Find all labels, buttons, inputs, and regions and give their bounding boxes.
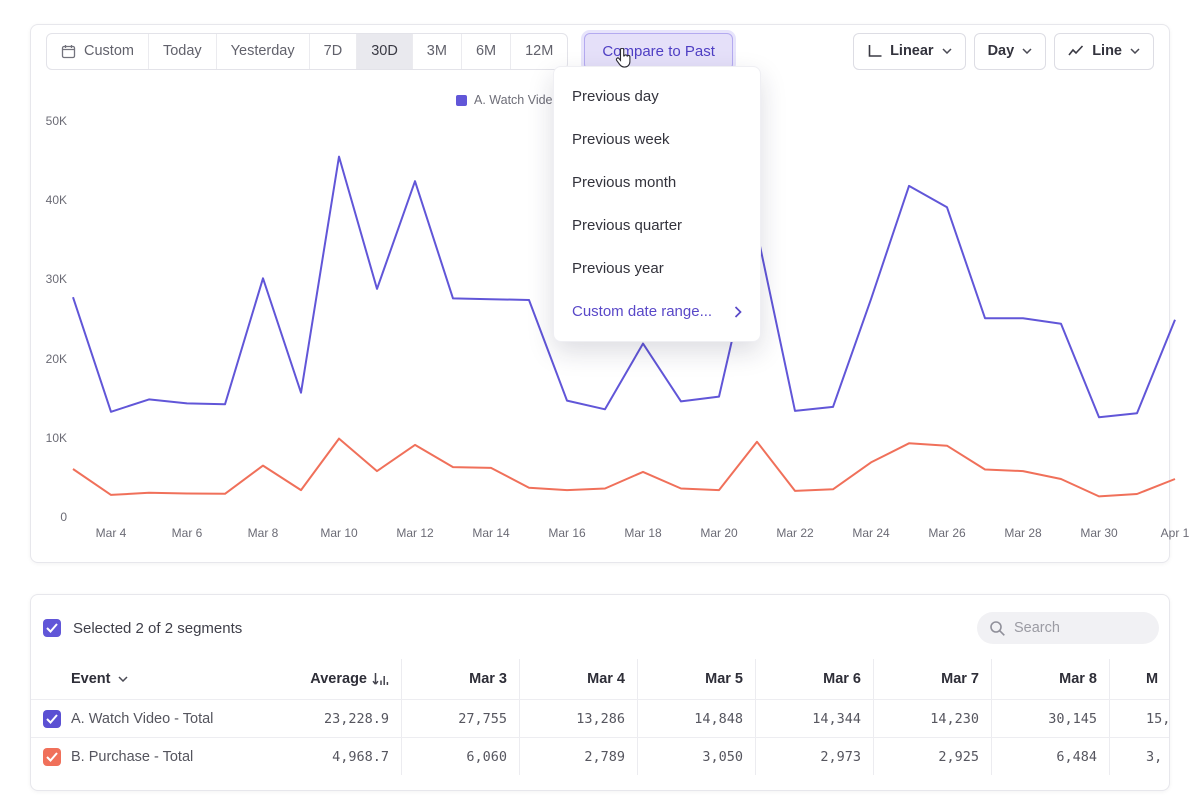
range-label: 3M bbox=[427, 43, 447, 59]
chart-legend: A. Watch Video bbox=[456, 93, 559, 107]
chevron-down-icon bbox=[942, 48, 952, 54]
column-header-m: M bbox=[1109, 659, 1170, 699]
range-label: Custom bbox=[84, 43, 134, 59]
column-header-mar-3: Mar 3 bbox=[401, 659, 519, 699]
chevron-down-icon bbox=[118, 676, 128, 682]
date-range-group: Custom Today Yesterday 7D 30D 3M 6M 12M bbox=[46, 33, 568, 70]
range-label: 30D bbox=[371, 43, 398, 59]
value-cell: 13,286 bbox=[519, 700, 637, 737]
line-chart-icon bbox=[1068, 45, 1084, 57]
legend-label: A. Watch Video bbox=[474, 93, 559, 107]
menu-item-previous-week[interactable]: Previous week bbox=[554, 118, 760, 161]
value-cell: 27,755 bbox=[401, 700, 519, 737]
value-cell: 2,789 bbox=[519, 738, 637, 775]
range-button-3m[interactable]: 3M bbox=[413, 34, 462, 69]
range-button-12m[interactable]: 12M bbox=[511, 34, 567, 69]
column-header-mar-4: Mar 4 bbox=[519, 659, 637, 699]
value-cell: 15, bbox=[1109, 700, 1170, 737]
table-row: B. Purchase - Total4,968.76,0602,7893,05… bbox=[31, 737, 1170, 775]
segments-table: Event Average Mar 3Mar 4Mar 5Mar 6Mar 7Mar… bbox=[31, 659, 1170, 775]
event-header-label: Event bbox=[71, 671, 111, 687]
value-cell: 6,060 bbox=[401, 738, 519, 775]
scale-dropdown[interactable]: Linear bbox=[853, 33, 966, 70]
range-button-6m[interactable]: 6M bbox=[462, 34, 511, 69]
search-box bbox=[977, 612, 1159, 644]
row-checkbox[interactable] bbox=[43, 748, 61, 766]
menu-item-previous-month[interactable]: Previous month bbox=[554, 161, 760, 204]
row-checkbox-cell bbox=[31, 738, 71, 775]
purchase-line bbox=[73, 439, 1175, 497]
menu-item-label: Custom date range... bbox=[572, 303, 712, 320]
column-header-mar-5: Mar 5 bbox=[637, 659, 755, 699]
event-name: A. Watch Video - Total bbox=[71, 700, 301, 737]
axis-icon bbox=[867, 44, 882, 58]
column-header-mar-8: Mar 8 bbox=[991, 659, 1109, 699]
range-button-today[interactable]: Today bbox=[149, 34, 217, 69]
chart-type-dropdown[interactable]: Line bbox=[1054, 33, 1154, 70]
range-label: 6M bbox=[476, 43, 496, 59]
compare-to-past-menu: Previous dayPrevious weekPrevious monthP… bbox=[553, 66, 761, 342]
value-cell: 2,973 bbox=[755, 738, 873, 775]
average-value: 4,968.7 bbox=[301, 738, 401, 775]
column-header-event[interactable]: Event bbox=[71, 659, 301, 699]
range-button-custom[interactable]: Custom bbox=[47, 34, 149, 69]
row-checkbox[interactable] bbox=[43, 710, 61, 728]
header-cell-empty bbox=[31, 659, 71, 699]
menu-item-previous-day[interactable]: Previous day bbox=[554, 75, 760, 118]
calendar-icon bbox=[61, 44, 76, 59]
range-label: 7D bbox=[324, 43, 343, 59]
compare-to-past-button[interactable]: Compare to Past bbox=[584, 33, 733, 70]
range-label: 12M bbox=[525, 43, 553, 59]
analytics-page: Custom Today Yesterday 7D 30D 3M 6M 12M Compare… bbox=[0, 0, 1200, 802]
range-label: Today bbox=[163, 43, 202, 59]
chart-type-label: Line bbox=[1092, 43, 1122, 59]
average-value: 23,228.9 bbox=[301, 700, 401, 737]
chart-toolbar: Custom Today Yesterday 7D 30D 3M 6M 12M Compare… bbox=[46, 32, 1154, 70]
range-label: Yesterday bbox=[231, 43, 295, 59]
segments-header-row: Selected 2 of 2 segments bbox=[43, 611, 1159, 645]
chevron-down-icon bbox=[1130, 48, 1140, 54]
row-checkbox-cell bbox=[31, 700, 71, 737]
value-cell: 2,925 bbox=[873, 738, 991, 775]
column-header-mar-7: Mar 7 bbox=[873, 659, 991, 699]
table-row: A. Watch Video - Total23,228.927,75513,2… bbox=[31, 699, 1170, 737]
menu-item-previous-quarter[interactable]: Previous quarter bbox=[554, 204, 760, 247]
value-cell: 14,848 bbox=[637, 700, 755, 737]
value-cell: 3, bbox=[1109, 738, 1170, 775]
column-header-average[interactable]: Average bbox=[301, 659, 401, 699]
range-button-7d[interactable]: 7D bbox=[310, 34, 358, 69]
value-cell: 14,344 bbox=[755, 700, 873, 737]
range-button-yesterday[interactable]: Yesterday bbox=[217, 34, 310, 69]
table-header-row: Event Average Mar 3Mar 4Mar 5Mar 6Mar 7Mar… bbox=[31, 659, 1170, 699]
legend-swatch bbox=[456, 95, 467, 106]
menu-item-previous-year[interactable]: Previous year bbox=[554, 247, 760, 290]
average-header-label: Average bbox=[310, 671, 367, 687]
value-cell: 6,484 bbox=[991, 738, 1109, 775]
granularity-label: Day bbox=[988, 43, 1015, 59]
value-cell: 3,050 bbox=[637, 738, 755, 775]
sort-icon bbox=[372, 672, 389, 686]
value-cell: 14,230 bbox=[873, 700, 991, 737]
select-all-checkbox[interactable] bbox=[43, 619, 61, 637]
selected-count-label: Selected 2 of 2 segments bbox=[73, 620, 242, 637]
search-input[interactable] bbox=[1014, 620, 1147, 636]
granularity-dropdown[interactable]: Day bbox=[974, 33, 1047, 70]
menu-item-custom-date-range[interactable]: Custom date range... bbox=[554, 290, 760, 333]
chevron-down-icon bbox=[1022, 48, 1032, 54]
search-icon bbox=[989, 620, 1006, 637]
scale-label: Linear bbox=[890, 43, 934, 59]
column-header-mar-6: Mar 6 bbox=[755, 659, 873, 699]
event-name: B. Purchase - Total bbox=[71, 738, 301, 775]
segments-card: Selected 2 of 2 segments Event Average Mar… bbox=[30, 594, 1170, 791]
chevron-right-icon bbox=[734, 306, 742, 318]
value-cell: 30,145 bbox=[991, 700, 1109, 737]
range-button-30d[interactable]: 30D bbox=[357, 34, 413, 69]
chart-controls: Linear Day Line bbox=[853, 33, 1154, 70]
